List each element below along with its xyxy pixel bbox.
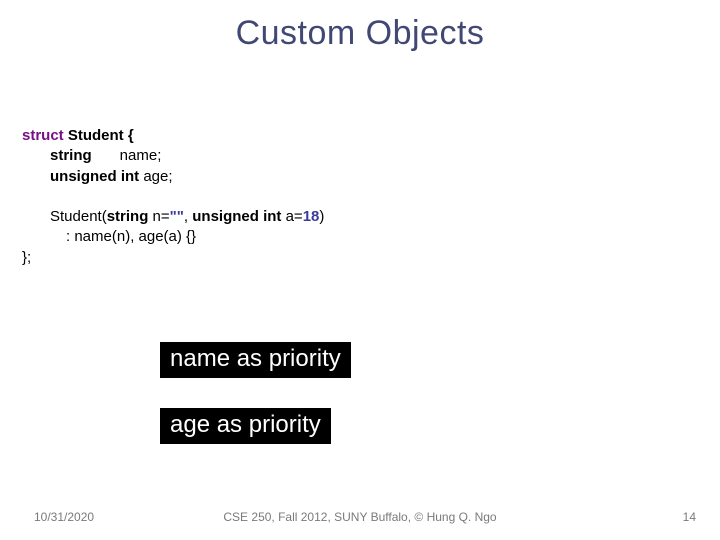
highlight-box-name-priority: name as priority (160, 342, 351, 378)
struct-close: }; (22, 249, 31, 266)
ctor-param1-string: "" (170, 208, 184, 225)
struct-name: Student { (64, 127, 134, 144)
code-block: struct Student { string name; unsigned in… (22, 126, 324, 268)
ctor-param2-val: 18 (303, 208, 320, 225)
ctor-param1-type: string (107, 208, 149, 225)
footer-center: CSE 250, Fall 2012, SUNY Buffalo, © Hung… (0, 510, 720, 524)
ctor-param2-rest: a= (286, 208, 303, 225)
keyword-struct: struct (22, 127, 64, 144)
field-age: age (143, 168, 168, 185)
footer-page-number: 14 (683, 510, 696, 524)
highlight-box-age-priority: age as priority (160, 408, 331, 444)
code-line-3: unsigned int age; (22, 167, 324, 187)
code-line-init: : name(n), age(a) {} (22, 227, 324, 247)
ctor-param2-type: unsigned int (192, 208, 285, 225)
type-string: string (50, 147, 92, 164)
semicolon: ; (168, 168, 172, 185)
code-blank-line (22, 187, 324, 207)
code-line-close: }; (22, 248, 324, 268)
code-line-1: struct Student { (22, 126, 324, 146)
slide-title: Custom Objects (0, 14, 720, 53)
ctor-close-paren: ) (319, 208, 324, 225)
ctor-param1-rest: n= (148, 208, 169, 225)
type-unsigned-int: unsigned int (50, 168, 143, 185)
ctor-initializer: : name(n), age(a) {} (66, 228, 196, 245)
code-line-ctor: Student(string n="", unsigned int a=18) (22, 207, 324, 227)
field-name: name (120, 147, 158, 164)
ctor-name: Student( (50, 208, 107, 225)
ctor-comma: , (184, 208, 192, 225)
code-line-2: string name; (22, 146, 324, 166)
semicolon: ; (157, 147, 161, 164)
